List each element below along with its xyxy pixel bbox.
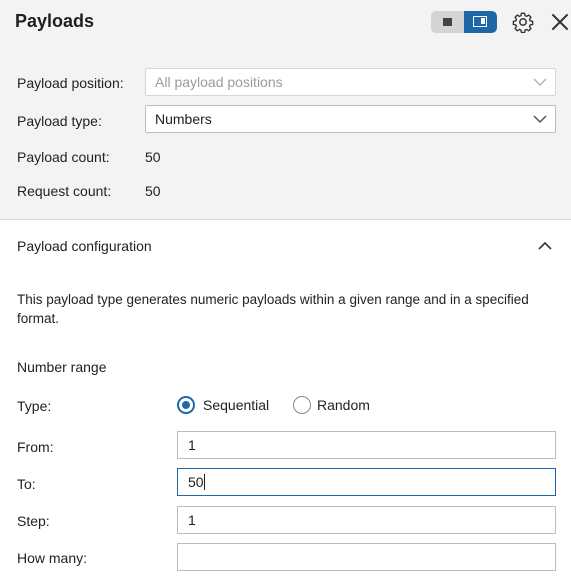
from-input-value: 1 [188, 437, 196, 453]
layout-toggle-left-icon [443, 18, 452, 26]
layout-toggle-right[interactable] [464, 11, 497, 33]
to-input[interactable]: 50 [177, 468, 556, 496]
random-radio-label[interactable]: Random [317, 396, 370, 414]
chevron-down-icon [533, 78, 547, 87]
panel-header: Payloads [0, 0, 571, 46]
step-label: Step: [17, 513, 50, 529]
gear-icon[interactable] [512, 11, 534, 33]
sequential-radio[interactable] [177, 396, 195, 414]
layout-toggle-left[interactable] [431, 11, 464, 33]
payload-count-value: 50 [145, 149, 161, 165]
payload-type-description: This payload type generates numeric payl… [17, 292, 529, 326]
how-many-input[interactable] [177, 543, 556, 571]
layout-toggle[interactable] [431, 11, 497, 33]
random-radio[interactable] [293, 396, 311, 414]
from-input[interactable]: 1 [177, 431, 556, 459]
payload-type-select[interactable]: Numbers [145, 105, 556, 133]
number-range-heading: Number range [17, 359, 107, 375]
from-label: From: [17, 439, 54, 455]
payload-type-label: Payload type: [17, 113, 102, 129]
layout-toggle-right-icon [473, 16, 487, 27]
chevron-up-icon[interactable] [535, 236, 555, 256]
step-input-value: 1 [188, 512, 196, 528]
request-count-value: 50 [145, 183, 161, 199]
to-label: To: [17, 476, 36, 492]
range-type-label: Type: [17, 398, 52, 414]
panel-title: Payloads [15, 11, 95, 31]
payload-configuration-title: Payload configuration [17, 238, 152, 254]
sequential-radio-label[interactable]: Sequential [203, 396, 269, 414]
chevron-down-icon [533, 115, 547, 124]
step-input[interactable]: 1 [177, 506, 556, 534]
payload-type-value: Numbers [155, 111, 212, 127]
payload-count-label: Payload count: [17, 149, 110, 165]
to-input-value: 50 [188, 474, 204, 490]
text-caret [203, 474, 205, 490]
payload-position-select: All payload positions [145, 68, 556, 96]
payload-position-value: All payload positions [155, 74, 283, 90]
how-many-label: How many: [17, 550, 88, 566]
request-count-label: Request count: [17, 183, 112, 199]
payload-position-label: Payload position: [17, 75, 124, 91]
close-icon[interactable] [549, 11, 571, 33]
